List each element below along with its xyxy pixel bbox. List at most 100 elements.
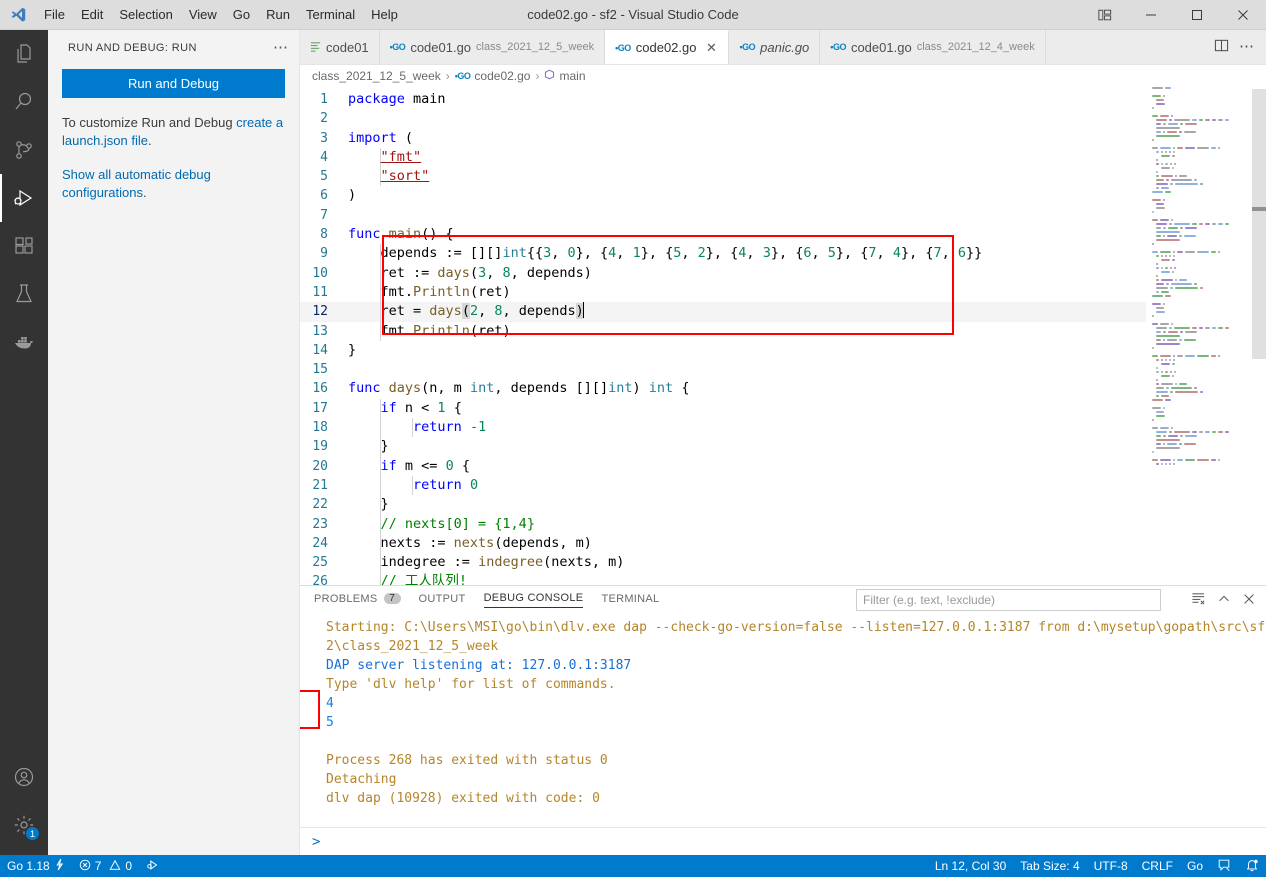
code-line: 10 ret := days(3, 8, depends)	[300, 263, 1146, 283]
menu-terminal[interactable]: Terminal	[298, 0, 363, 29]
minimap-line	[1152, 139, 1266, 142]
workbench: 1 RUN AND DEBUG: RUN ⋯ Run and Debug To …	[0, 30, 1266, 855]
ellipsis-icon[interactable]: ⋯	[273, 40, 289, 55]
tab-code01-go-12-5[interactable]: •GO code01.go class_2021_12_5_week	[379, 30, 606, 64]
minimap-slider[interactable]	[1252, 89, 1266, 359]
filter-input[interactable]	[863, 593, 1154, 607]
minimap-line	[1156, 163, 1266, 166]
show-auto-debug-configs-link[interactable]: Show all automatic debug configurations	[62, 167, 211, 200]
line-content: }	[348, 437, 1146, 457]
filter-box[interactable]	[856, 589, 1161, 611]
status-tab-size[interactable]: Tab Size: 4	[1013, 855, 1086, 877]
tab-panic-go[interactable]: •GO panic.go	[729, 30, 821, 64]
tab-output[interactable]: OUTPUT	[419, 593, 466, 608]
minimap-line	[1156, 235, 1266, 238]
console-line: dlv dap (10928) exited with code: 0	[326, 791, 600, 806]
minimize-icon[interactable]	[1128, 0, 1174, 29]
tab-code01-go-12-4[interactable]: •GO code01.go class_2021_12_4_week	[820, 30, 1046, 64]
activity-run-and-debug[interactable]	[0, 174, 48, 222]
chevron-right-icon: ›	[535, 69, 540, 83]
split-editor-icon[interactable]	[1214, 38, 1229, 56]
layout-toggle-icon[interactable]	[1082, 0, 1128, 29]
run-and-debug-button[interactable]: Run and Debug	[62, 69, 285, 98]
status-eol[interactable]: CRLF	[1135, 855, 1180, 877]
window-controls[interactable]	[1082, 0, 1266, 29]
status-go-version-label: Go 1.18	[7, 859, 50, 873]
close-icon[interactable]: ✕	[704, 40, 718, 56]
menu-run[interactable]: Run	[258, 0, 298, 29]
tab-description: class_2021_12_5_week	[476, 41, 595, 53]
activity-source-control[interactable]	[0, 126, 48, 174]
minimap-line	[1152, 115, 1266, 118]
line-content: // nexts[0] = {1,4}	[348, 514, 1146, 534]
minimap-line	[1156, 187, 1266, 190]
maximize-icon[interactable]	[1174, 0, 1220, 29]
status-cursor-position[interactable]: Ln 12, Col 30	[928, 855, 1013, 877]
status-feedback[interactable]	[1210, 855, 1238, 877]
menu-go[interactable]: Go	[225, 0, 258, 29]
activity-docker[interactable]	[0, 318, 48, 366]
breadcrumb-file[interactable]: •GO code02.go	[455, 69, 531, 83]
debug-repl-input[interactable]: >	[300, 827, 1266, 855]
line-content: package main	[348, 91, 446, 107]
status-bar: Go 1.18 7 0 Ln 12, Col 30 Tab Size: 4 UT…	[0, 855, 1266, 877]
status-encoding[interactable]: UTF-8	[1087, 855, 1135, 877]
status-go-version[interactable]: Go 1.18	[0, 855, 72, 877]
activity-explorer[interactable]	[0, 30, 48, 78]
tab-terminal[interactable]: TERMINAL	[601, 593, 659, 608]
activity-accounts[interactable]	[0, 753, 48, 801]
minimap-line	[1152, 219, 1266, 222]
collapse-panel-icon[interactable]	[1217, 592, 1231, 609]
menu-selection[interactable]: Selection	[111, 0, 180, 29]
minimap-line	[1156, 387, 1266, 390]
panel-header: PROBLEMS 7 OUTPUT DEBUG CONSOLE TERMINAL	[300, 586, 1266, 614]
minimap[interactable]	[1146, 87, 1266, 585]
minimap-line	[1152, 251, 1266, 254]
activity-manage-settings[interactable]: 1	[0, 801, 48, 849]
line-number: 7	[320, 207, 328, 223]
console-line: 2\class_2021_12_5_week	[326, 639, 499, 654]
tab-problems[interactable]: PROBLEMS 7	[314, 593, 401, 608]
activity-search[interactable]	[0, 78, 48, 126]
minimap-line	[1152, 407, 1266, 410]
breadcrumb-symbol[interactable]: main	[544, 69, 586, 83]
close-panel-icon[interactable]	[1242, 592, 1256, 609]
repl-prompt-icon: >	[312, 833, 321, 850]
console-line: Type 'dlv help' for list of commands.	[326, 677, 616, 692]
minimap-line	[1156, 359, 1266, 362]
tab-code02-go[interactable]: •GO code02.go ✕	[605, 30, 730, 64]
line-content	[348, 360, 1146, 379]
menu-bar[interactable]: File Edit Selection View Go Run Terminal…	[36, 0, 406, 29]
menu-file[interactable]: File	[36, 0, 73, 29]
status-problems[interactable]: 7 0	[72, 855, 139, 877]
more-actions-icon[interactable]: ⋯	[1239, 39, 1254, 54]
minimap-line	[1152, 315, 1266, 318]
status-language-mode[interactable]: Go	[1180, 855, 1210, 877]
status-go-run[interactable]	[139, 855, 167, 877]
console-line: Process 268 has exited with status 0	[326, 753, 608, 768]
minimap-line	[1152, 403, 1266, 406]
tab-debug-console[interactable]: DEBUG CONSOLE	[483, 592, 584, 608]
minimap-line	[1160, 167, 1266, 170]
debug-console-output[interactable]: Starting: C:\Users\MSI\go\bin\dlv.exe da…	[300, 614, 1266, 827]
activity-extensions[interactable]	[0, 222, 48, 270]
code-editor[interactable]: 1 package main 2 3 import ( 4 "fmt" 5 "sor…	[300, 87, 1146, 585]
close-icon[interactable]	[1220, 0, 1266, 29]
clear-console-icon[interactable]	[1191, 591, 1206, 609]
activity-testing[interactable]	[0, 270, 48, 318]
status-notifications[interactable]	[1238, 855, 1266, 877]
minimap-line	[1160, 155, 1266, 158]
menu-help[interactable]: Help	[363, 0, 406, 29]
minimap-line	[1156, 331, 1266, 334]
menu-view[interactable]: View	[181, 0, 225, 29]
minimap-line	[1156, 327, 1266, 330]
breadcrumb-folder[interactable]: class_2021_12_5_week	[312, 69, 441, 83]
line-content: import (	[348, 129, 414, 146]
source-control-icon	[12, 138, 36, 162]
minimap-line	[1156, 263, 1266, 266]
menu-edit[interactable]: Edit	[73, 0, 111, 29]
line-number: 16	[312, 381, 328, 397]
tab-code01[interactable]: code01	[300, 30, 380, 64]
line-number: 15	[312, 362, 328, 378]
